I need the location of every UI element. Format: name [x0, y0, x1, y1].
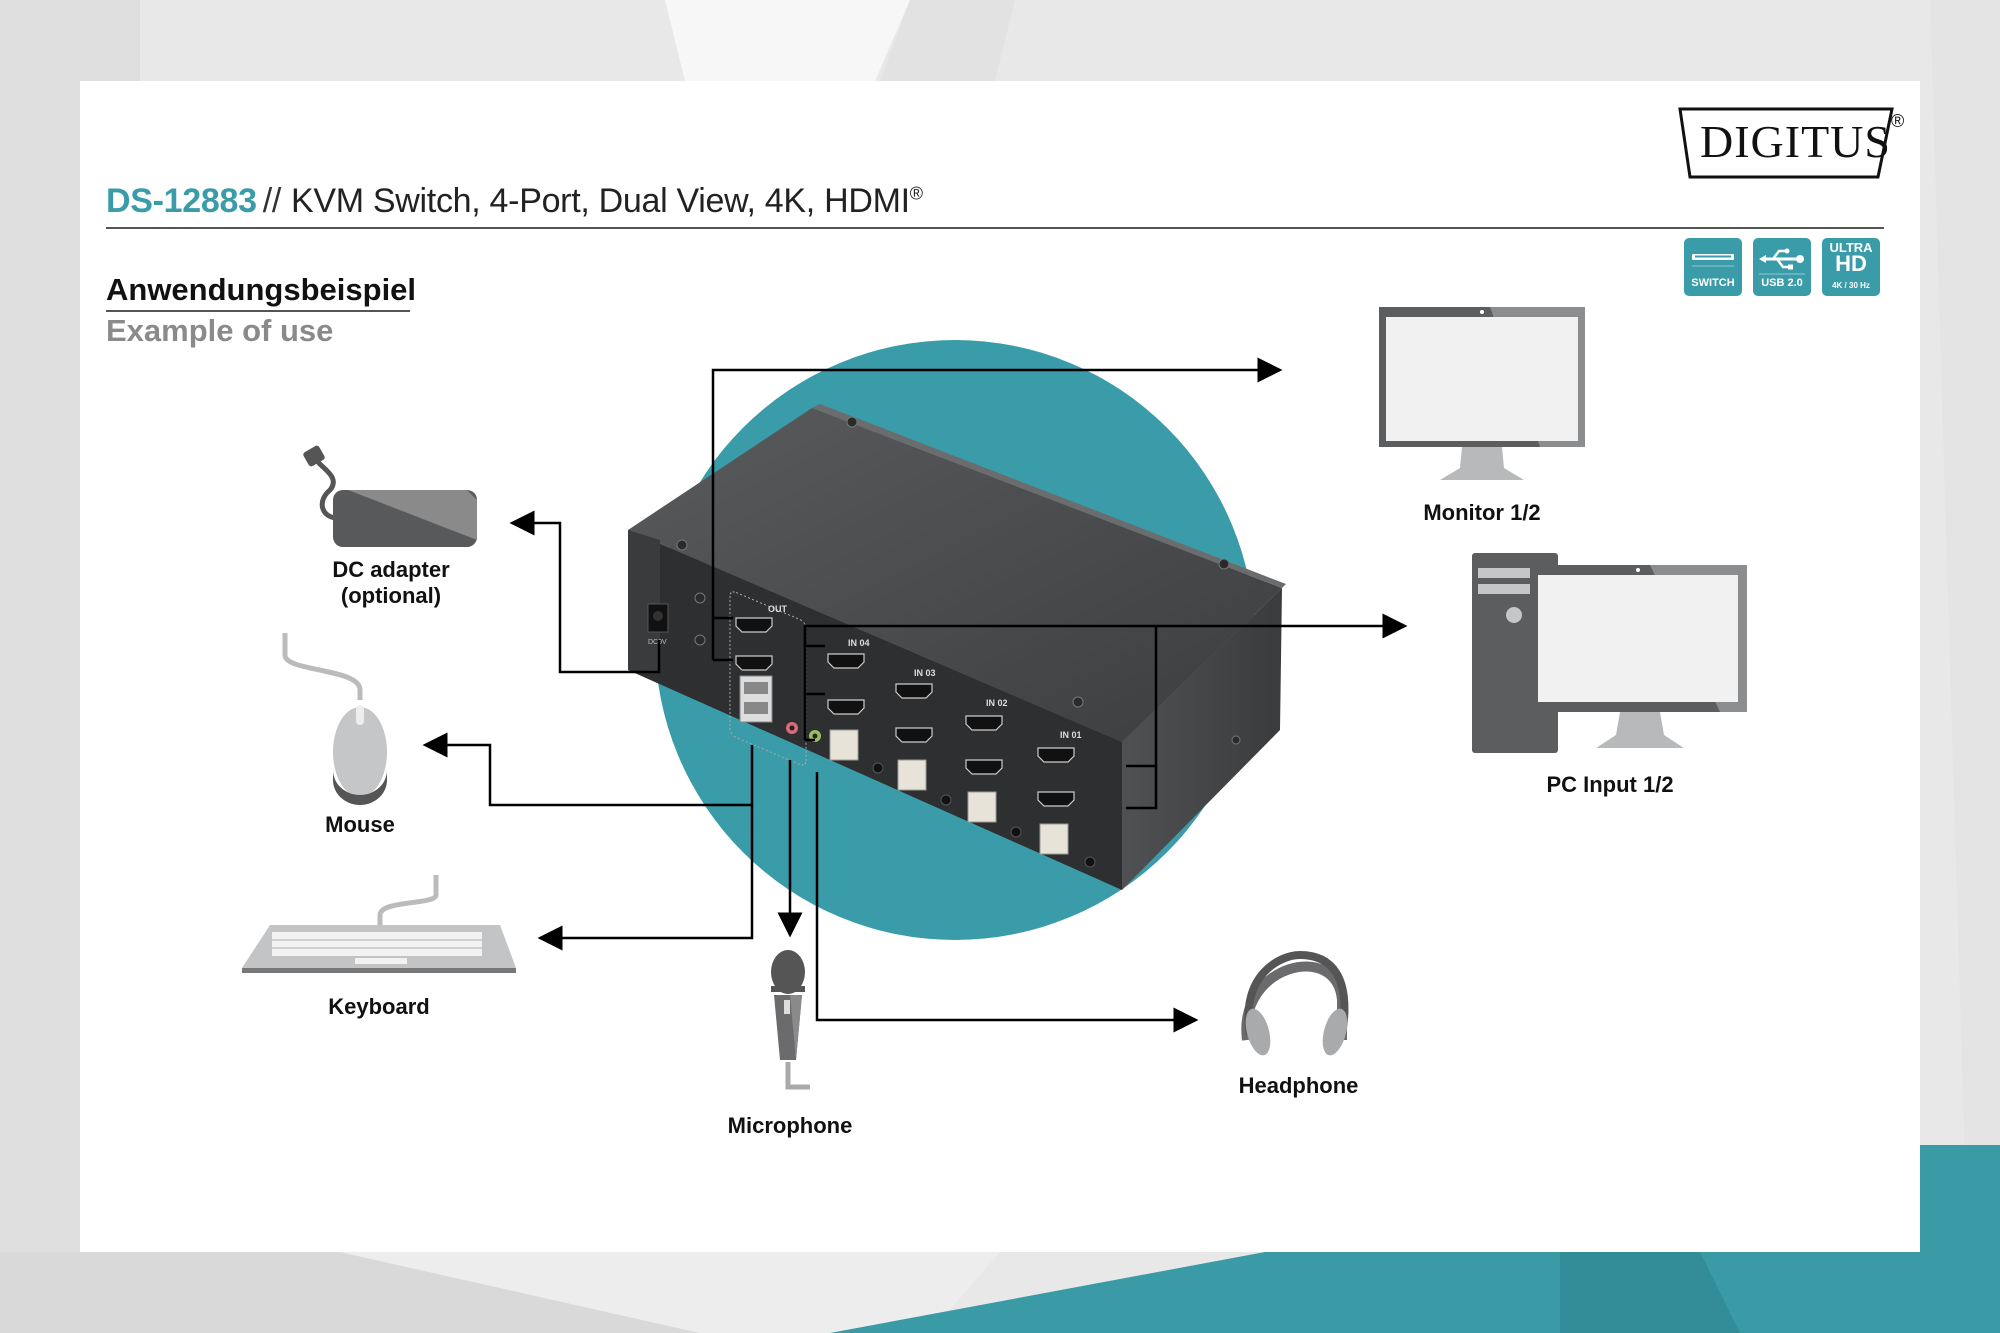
port-label-in02: IN 02 [986, 698, 1008, 708]
headphone-label: Headphone [1238, 1073, 1359, 1098]
svg-text:DC9V: DC9V [648, 639, 667, 646]
monitor-icon [1379, 307, 1585, 480]
pc-input-label: PC Input 1/2 [1546, 772, 1674, 797]
dc-adapter-icon [303, 445, 477, 547]
mouse-icon [282, 633, 387, 805]
mouse-label: Mouse [325, 812, 395, 837]
keyboard-icon [242, 875, 516, 973]
microphone-icon [771, 950, 810, 1090]
port-label-in01: IN 01 [1060, 730, 1082, 740]
microphone-label: Microphone [727, 1113, 853, 1138]
keyboard-label: Keyboard [328, 994, 430, 1019]
port-label-in03: IN 03 [914, 668, 936, 678]
connection-diagram: DC9V OUT IN 04 IN 03 IN 02 IN 01 [242, 307, 1747, 1090]
headphone-icon [1241, 950, 1349, 1056]
monitor-label: Monitor 1/2 [1423, 500, 1541, 525]
pc-input-icon [1472, 553, 1747, 753]
svg-text:OUT: OUT [768, 604, 788, 614]
port-label-in04: IN 04 [848, 638, 870, 648]
dc-adapter-label: DC adapter (optional) [332, 557, 450, 608]
